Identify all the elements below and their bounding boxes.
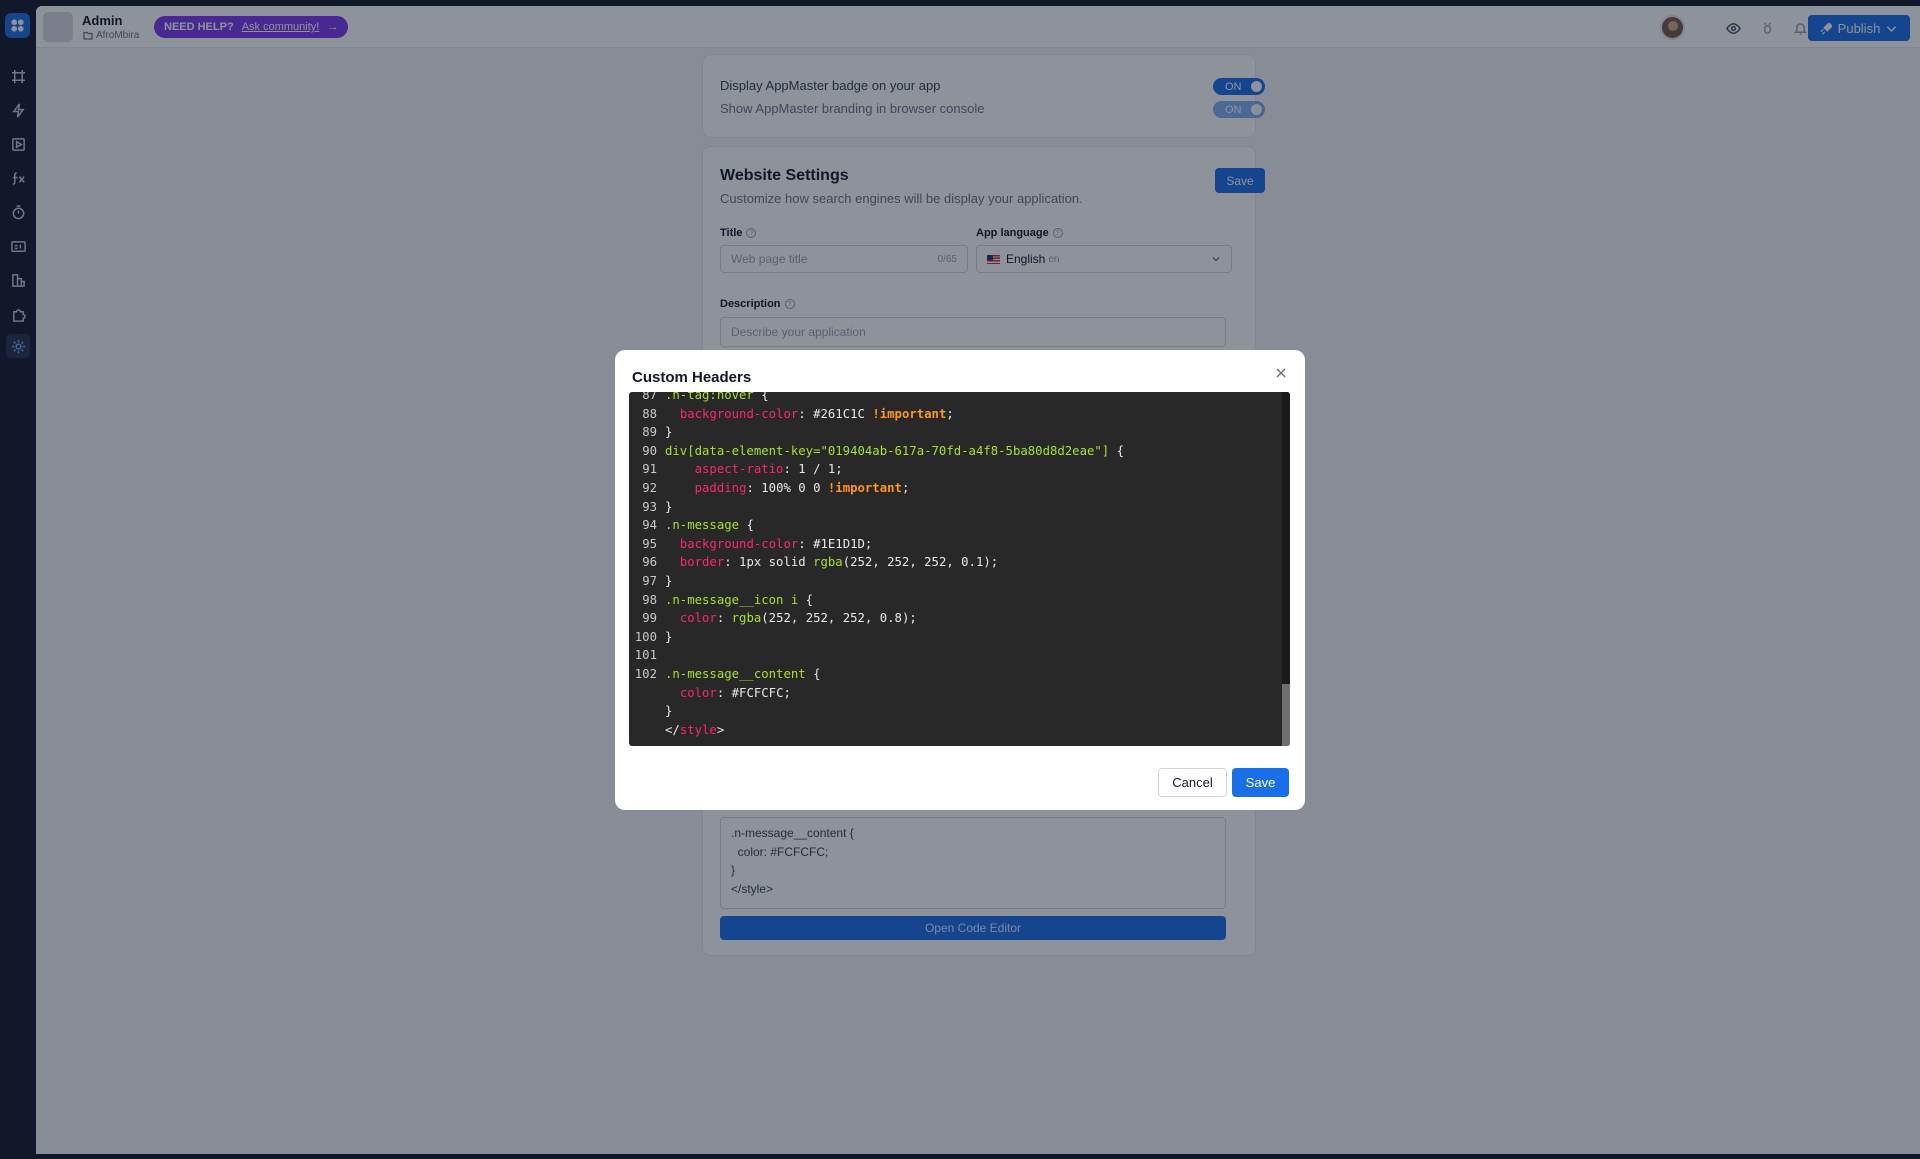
code-text: color: rgba(252, 252, 252, 0.8); [679, 611, 917, 626]
code-text: </style> [665, 722, 725, 737]
code-text: } [665, 704, 673, 719]
editor-scrollbar[interactable] [1282, 392, 1290, 746]
code-text: border: 1px solid rgba(252, 252, 252, 0.… [679, 555, 999, 570]
line-number: 92 [642, 480, 657, 495]
code-text: aspect-ratio: 1 / 1; [694, 462, 843, 477]
line-number: 98 [642, 592, 657, 607]
line-number: 94 [642, 518, 657, 533]
code-text: } [665, 425, 673, 440]
code-text: .n-message__icon i { [665, 592, 814, 607]
code-text: .n-message { [665, 518, 754, 533]
code-text: background-color: #1E1D1D; [679, 536, 873, 551]
code-text: } [665, 573, 673, 588]
cancel-button[interactable]: Cancel [1158, 768, 1227, 797]
code-text: .n-message__content { [665, 666, 821, 681]
line-number: 95 [642, 536, 657, 551]
modal-title: Custom Headers [632, 369, 752, 386]
code-text: background-color: #261C1C !important; [679, 406, 954, 421]
line-number: 90 [642, 443, 657, 458]
code-text: .n-tag:hover { [665, 392, 769, 402]
custom-headers-modal: Custom Headers 87 .n-tag:hover { 88 backgr… [615, 350, 1305, 810]
editor-scrollbar-thumb[interactable] [1282, 684, 1290, 746]
line-number: 93 [642, 499, 657, 514]
line-number: 96 [642, 555, 657, 570]
code-text: color: #FCFCFC; [679, 685, 791, 700]
line-number: 100 [634, 629, 657, 644]
line-number: 88 [642, 406, 657, 421]
line-number: 102 [634, 666, 657, 681]
code-editor[interactable]: 87 .n-tag:hover { 88 background-color: #26… [629, 392, 1290, 746]
line-number: 99 [642, 611, 657, 626]
line-number: 91 [642, 462, 657, 477]
code-text: } [665, 629, 673, 644]
line-number: 89 [642, 425, 657, 440]
code-text: } [665, 499, 673, 514]
code-text: div[data-element-key="019404ab-617a-70fd… [665, 443, 1125, 458]
save-button[interactable]: Save [1232, 768, 1289, 797]
line-number: 101 [634, 648, 657, 663]
close-icon[interactable] [1274, 366, 1288, 380]
line-number: 87 [642, 392, 657, 402]
line-number: 97 [642, 573, 657, 588]
code-text: padding: 100% 0 0 !important; [694, 480, 910, 495]
